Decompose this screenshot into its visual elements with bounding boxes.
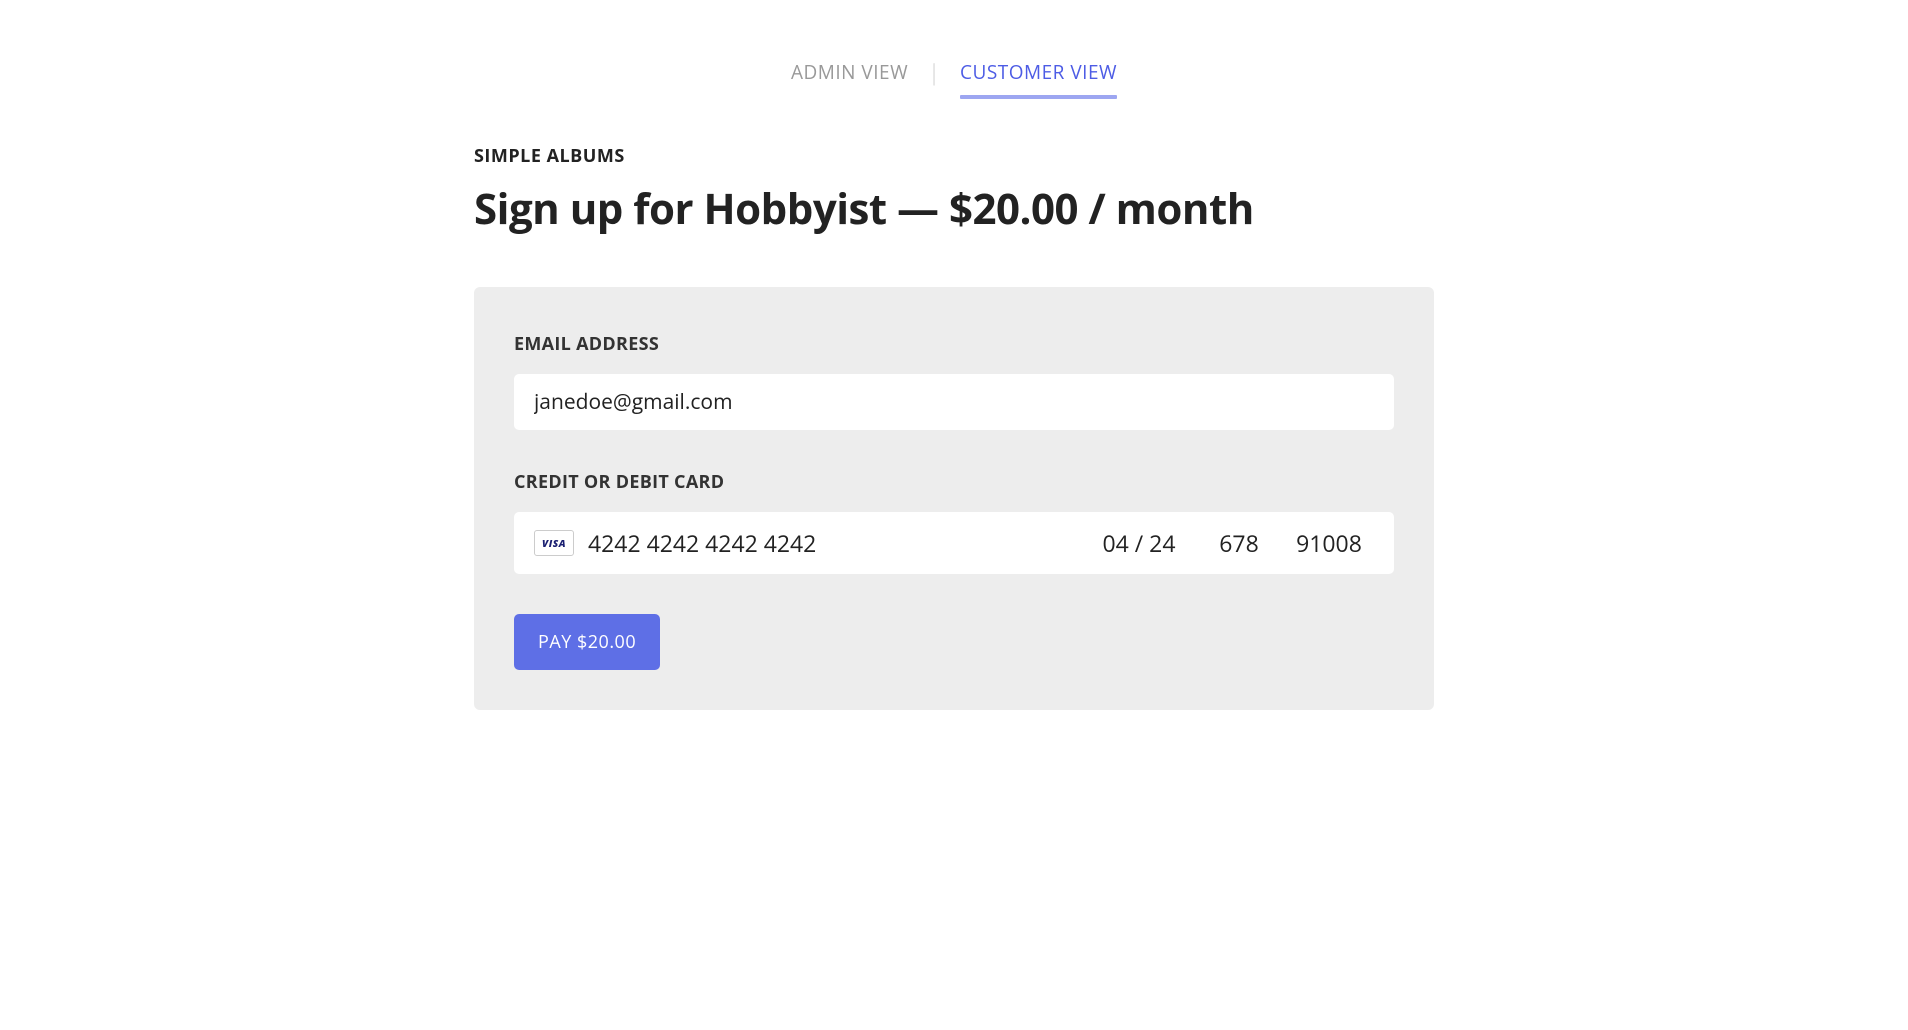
card-zip-input[interactable] <box>1284 527 1374 559</box>
brand-name: SIMPLE ALBUMS <box>474 144 1434 168</box>
card-input-row[interactable]: VISA <box>514 512 1394 574</box>
card-expiry-input[interactable] <box>1084 527 1194 559</box>
email-input[interactable] <box>514 374 1394 430</box>
tab-admin-view[interactable]: ADMIN VIEW <box>791 55 908 89</box>
tab-divider: | <box>928 57 940 87</box>
card-cvc-input[interactable] <box>1204 527 1274 559</box>
pay-button[interactable]: PAY $20.00 <box>514 614 660 670</box>
tab-customer-view[interactable]: CUSTOMER VIEW <box>960 55 1117 89</box>
email-label: EMAIL ADDRESS <box>514 332 1394 356</box>
signup-form: EMAIL ADDRESS CREDIT OR DEBIT CARD VISA … <box>474 287 1434 710</box>
view-tabs: ADMIN VIEW | CUSTOMER VIEW <box>474 55 1434 89</box>
visa-icon: VISA <box>534 530 574 556</box>
card-label: CREDIT OR DEBIT CARD <box>514 470 1394 494</box>
card-number-input[interactable] <box>588 527 1084 559</box>
page-heading: Sign up for Hobbyist — $20.00 / month <box>474 180 1434 237</box>
